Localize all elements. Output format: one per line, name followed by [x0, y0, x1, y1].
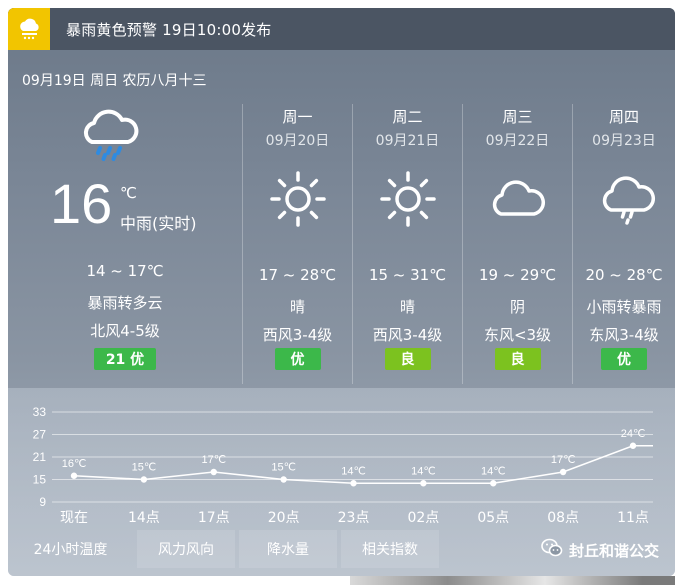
y-tick-label: 21 — [33, 450, 47, 464]
temperature-range: 15 ~ 31℃ — [368, 266, 447, 284]
rain-cloud-icon — [78, 104, 142, 166]
data-point — [490, 480, 497, 487]
x-tick-label: 20点 — [268, 510, 300, 526]
x-tick-label: 现在 — [60, 510, 88, 526]
sun-icon — [267, 168, 329, 234]
forecast-day[interactable]: 周二 09月21日 15 ~ 31℃ 晴 西风3-4级 良 — [352, 104, 462, 384]
rain-cloud-icon — [597, 168, 659, 234]
wind: 西风3-4级 — [262, 326, 333, 344]
chart-tabs: 24小时温度 风力风向 降水量 相关指数 — [8, 530, 443, 568]
data-point — [559, 468, 567, 476]
data-point — [420, 480, 427, 487]
data-point — [280, 476, 287, 483]
x-tick-label: 02点 — [407, 510, 439, 526]
forecast-day[interactable]: 周一 09月20日 17 ~ 28℃ 晴 西风3-4级 优 — [242, 104, 352, 384]
current-temperature: 16 — [50, 172, 113, 235]
wind: 西风3-4级 — [372, 326, 443, 344]
aqi-badge[interactable]: 21 优 — [94, 348, 156, 370]
aqi-badge[interactable]: 良 — [384, 348, 431, 370]
alert-text: 暴雨黄色预警 19日10:00发布 — [66, 20, 272, 39]
weather-widget: 暴雨黄色预警 19日10:00发布 09月19日 周日 农历八月十三 16 ℃ … — [8, 8, 675, 576]
tab-wind[interactable]: 风力风向 — [137, 530, 235, 568]
weekday: 周三 — [502, 108, 533, 126]
wind: 东风<3级 — [483, 326, 552, 344]
temperature-unit: ℃ — [120, 184, 137, 202]
alert-bar[interactable]: 暴雨黄色预警 19日10:00发布 — [8, 8, 675, 50]
date: 09月21日 — [375, 133, 440, 149]
cloud-icon — [487, 168, 549, 234]
tab-indices[interactable]: 相关指数 — [341, 530, 439, 568]
forecast-day[interactable]: 周四 09月23日 20 ~ 28℃ 小雨转暴雨 东风3-4级 优 — [572, 104, 675, 384]
temperature-range: 19 ~ 29℃ — [478, 266, 557, 284]
date: 09月20日 — [265, 133, 330, 149]
forecast-day[interactable]: 周三 09月22日 19 ~ 29℃ 阴 东风<3级 良 — [462, 104, 572, 384]
data-point — [629, 442, 637, 449]
data-point — [210, 468, 217, 476]
condition: 晴 — [289, 298, 305, 316]
wechat-icon — [541, 538, 563, 562]
x-tick-label: 14点 — [128, 510, 160, 526]
y-tick-label: 9 — [39, 495, 46, 509]
temperature-range: 17 ~ 28℃ — [258, 266, 337, 284]
x-tick-label: 08点 — [547, 510, 579, 526]
y-tick-label: 15 — [33, 473, 47, 487]
background-image-strip — [350, 576, 675, 585]
x-tick-label: 23点 — [338, 510, 370, 526]
data-label: 14℃ — [481, 465, 506, 477]
data-point — [350, 480, 357, 487]
tab-precipitation[interactable]: 降水量 — [239, 530, 337, 568]
condition: 小雨转暴雨 — [586, 298, 662, 316]
rain-warning-icon — [8, 8, 50, 50]
x-tick-label: 17点 — [198, 510, 230, 526]
sun-icon — [377, 168, 439, 234]
data-label: 17℃ — [201, 454, 226, 466]
watermark-text: 封丘和谐公交 — [568, 541, 659, 560]
current-condition: 中雨(实时) — [120, 214, 197, 233]
data-label: 14℃ — [411, 465, 436, 477]
date: 09月23日 — [592, 133, 656, 149]
condition: 晴 — [399, 298, 415, 316]
tab-24h-temperature[interactable]: 24小时温度 — [8, 530, 133, 568]
aqi-badge[interactable]: 优 — [601, 348, 647, 370]
y-tick-label: 33 — [33, 405, 47, 419]
y-tick-label: 27 — [33, 428, 47, 442]
temperature-range: 14 ~ 17℃ — [86, 262, 164, 280]
data-label: 15℃ — [132, 462, 157, 474]
temperature-range: 20 ~ 28℃ — [585, 266, 663, 284]
weekday: 周二 — [392, 108, 423, 126]
condition: 暴雨转多云 — [87, 294, 163, 312]
x-tick-label: 05点 — [477, 510, 509, 526]
data-label: 24℃ — [621, 428, 646, 440]
date: 09月22日 — [485, 133, 550, 149]
wind: 东风3-4级 — [589, 326, 659, 344]
data-label: 17℃ — [551, 454, 576, 466]
date-line: 09月19日 周日 农历八月十三 — [22, 73, 207, 89]
data-point — [70, 472, 78, 479]
condition: 阴 — [509, 298, 525, 316]
x-tick-label: 11点 — [617, 510, 649, 526]
wind: 北风4-5级 — [90, 322, 160, 340]
hourly-temperature-chart: 33 27 21 15 9 16℃ 现在 15℃ 14点 17℃ 17点 15℃ 20点 14℃ 23点 14… — [33, 405, 653, 526]
aqi-badge[interactable]: 良 — [494, 348, 541, 370]
watermark: 封丘和谐公交 — [541, 538, 659, 562]
data-point — [140, 476, 148, 483]
data-label: 15℃ — [271, 462, 296, 474]
data-label: 14℃ — [341, 465, 366, 477]
weekday: 周四 — [608, 108, 639, 126]
today-column: 16 ℃ 中雨(实时) 14 ~ 17℃ 暴雨转多云 北风4-5级 21 优 — [8, 104, 242, 384]
data-label: 16℃ — [62, 458, 87, 470]
weekday: 周一 — [282, 108, 313, 126]
aqi-badge[interactable]: 优 — [274, 348, 321, 370]
